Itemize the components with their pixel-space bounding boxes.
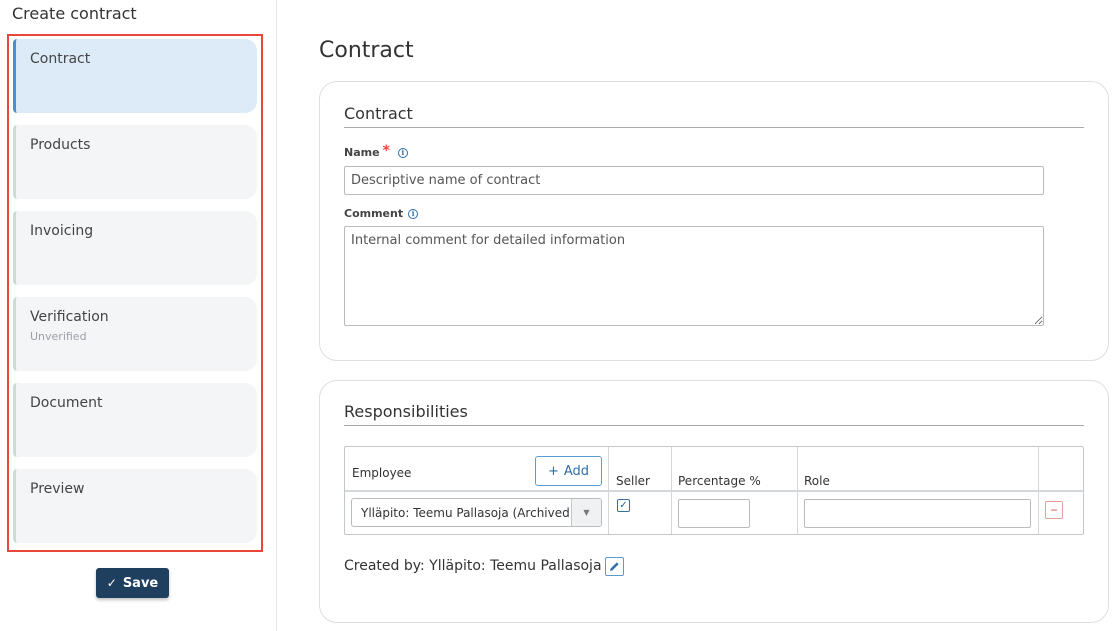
- main-title: Contract: [319, 38, 414, 63]
- responsibilities-card: Responsibilities Employee + Add Ylläpito…: [319, 380, 1109, 623]
- employee-column: Employee + Add Ylläpito: Teemu Pallasoja…: [345, 447, 609, 534]
- contract-card-heading: Contract: [344, 104, 1084, 128]
- info-icon[interactable]: i: [397, 147, 408, 158]
- seller-checkbox[interactable]: ✓: [617, 499, 630, 512]
- step-label: Verification: [30, 309, 109, 325]
- employee-select-value: Ylläpito: Teemu Pallasoja (Archived): [361, 506, 575, 520]
- step-label: Contract: [30, 51, 91, 67]
- employee-select[interactable]: Ylläpito: Teemu Pallasoja (Archived) ▼: [351, 498, 602, 527]
- name-label: Name * i: [344, 142, 408, 159]
- seller-column: Seller ✓: [609, 447, 672, 534]
- step-products[interactable]: Products: [13, 125, 257, 199]
- page-title: Create contract: [12, 4, 137, 23]
- edit-created-by-button[interactable]: [605, 557, 624, 576]
- step-label: Invoicing: [30, 223, 94, 239]
- step-label: Document: [30, 395, 103, 411]
- add-button-label: Add: [563, 463, 590, 479]
- percentage-input[interactable]: [678, 499, 750, 528]
- created-by-text: Created by: Ylläpito: Teemu Pallasoja: [344, 558, 602, 574]
- responsibilities-table: Employee + Add Ylläpito: Teemu Pallasoja…: [344, 446, 1084, 535]
- step-status: Unverified: [30, 330, 87, 343]
- name-label-text: Name: [344, 146, 380, 159]
- comment-field[interactable]: [344, 226, 1044, 326]
- step-preview[interactable]: Preview: [13, 469, 257, 543]
- name-field[interactable]: [344, 166, 1044, 195]
- panel-divider: [276, 0, 277, 631]
- step-label: Products: [30, 137, 91, 153]
- column-header-seller: Seller: [616, 474, 650, 488]
- step-document[interactable]: Document: [13, 383, 257, 457]
- column-header-employee: Employee: [352, 466, 412, 480]
- comment-label-text: Comment: [344, 207, 404, 220]
- pencil-icon: [610, 562, 619, 571]
- column-header-percentage: Percentage %: [678, 474, 761, 488]
- plus-icon: +: [547, 463, 559, 479]
- check-icon: ✓: [106, 576, 117, 590]
- step-label: Preview: [30, 481, 85, 497]
- minus-icon: −: [1050, 503, 1058, 517]
- role-input[interactable]: [804, 499, 1031, 528]
- dropdown-arrow-icon[interactable]: ▼: [571, 499, 601, 526]
- role-column: Role: [798, 447, 1039, 534]
- percentage-column: Percentage %: [672, 447, 798, 534]
- save-button[interactable]: ✓ Save: [96, 568, 169, 598]
- comment-label: Comment i: [344, 207, 419, 220]
- step-contract[interactable]: Contract: [13, 39, 257, 113]
- step-verification[interactable]: Verification Unverified: [13, 297, 257, 371]
- column-header-role: Role: [804, 474, 830, 488]
- add-employee-button[interactable]: + Add: [535, 456, 602, 486]
- save-button-label: Save: [122, 575, 159, 591]
- contract-card: Contract Name * i Comment i: [319, 81, 1109, 361]
- step-navigation: Contract Products Invoicing Verification…: [7, 34, 263, 552]
- required-mark: *: [382, 142, 390, 159]
- step-invoicing[interactable]: Invoicing: [13, 211, 257, 285]
- actions-column: −: [1039, 447, 1083, 534]
- info-icon[interactable]: i: [408, 208, 419, 219]
- responsibilities-heading: Responsibilities: [344, 402, 1084, 426]
- remove-row-button[interactable]: −: [1045, 501, 1063, 519]
